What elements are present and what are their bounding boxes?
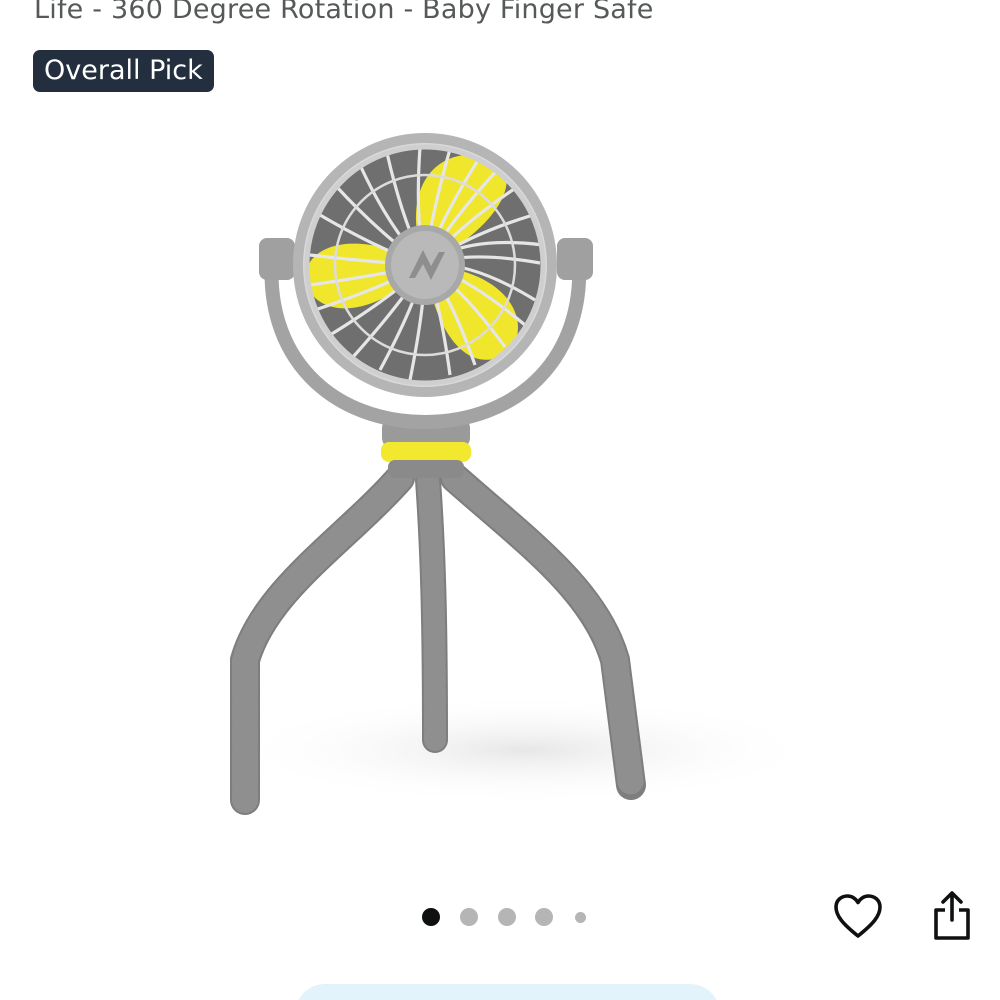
bottom-action-pill[interactable] (295, 984, 720, 1000)
share-icon (934, 891, 970, 940)
floor-shadow (225, 695, 825, 805)
add-to-wishlist-button[interactable] (831, 889, 885, 943)
carousel-indicator (422, 906, 592, 928)
heart-icon (834, 894, 882, 938)
share-button[interactable] (925, 889, 979, 943)
carousel-dot-2[interactable] (460, 908, 478, 926)
bracket-knob-left (259, 238, 295, 280)
carousel-dot-3[interactable] (498, 908, 516, 926)
carousel-dot-4[interactable] (535, 908, 553, 926)
product-image[interactable] (195, 120, 825, 820)
carousel-dot-1[interactable] (422, 908, 440, 926)
stroller-fan-image (225, 133, 825, 815)
fan-head (293, 133, 557, 397)
carousel-dot-5[interactable] (575, 912, 586, 923)
overall-pick-badge: Overall Pick (33, 50, 214, 92)
bracket-knob-right (557, 238, 593, 280)
product-title: Life - 360 Degree Rotation - Baby Finger… (34, 0, 654, 25)
product-page: Life - 360 Degree Rotation - Baby Finger… (0, 0, 1000, 1000)
